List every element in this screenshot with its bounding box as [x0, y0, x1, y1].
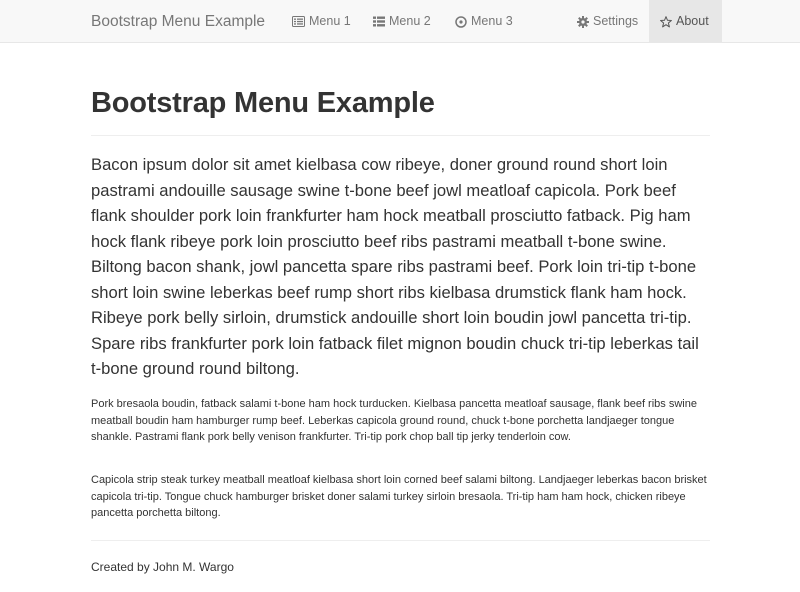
cog-icon [577, 15, 589, 28]
clock-icon [455, 15, 467, 28]
list-alt-icon [292, 16, 305, 27]
nav-menu-1-label: Menu 1 [309, 14, 351, 28]
footer-divider [91, 540, 710, 541]
page-title: Bootstrap Menu Example [91, 87, 435, 119]
lead-paragraph: Bacon ipsum dolor sit amet kielbasa cow … [91, 155, 699, 378]
star-icon [660, 15, 672, 27]
body-paragraph-2: Capicola strip steak turkey meatball mea… [91, 474, 707, 519]
navbar: Bootstrap Menu Example Menu 1 Menu 2 Men… [0, 0, 800, 43]
nav-settings[interactable]: Settings [577, 0, 638, 43]
nav-about[interactable]: About [649, 0, 722, 43]
body-paragraph-1: Pork bresaola boudin, fatback salami t-b… [91, 398, 697, 443]
list-icon [373, 16, 385, 27]
page-header: Bootstrap Menu Example [91, 84, 710, 136]
nav-menu-2-label: Menu 2 [389, 14, 431, 28]
nav-menu-2[interactable]: Menu 2 [373, 0, 431, 43]
nav-menu-3-label: Menu 3 [471, 14, 513, 28]
nav-settings-label: Settings [593, 14, 639, 28]
footer-text: Created by John M. Wargo [91, 560, 234, 574]
nav-menu-1[interactable]: Menu 1 [292, 0, 351, 43]
navbar-brand[interactable]: Bootstrap Menu Example [91, 0, 265, 43]
nav-menu-3[interactable]: Menu 3 [455, 0, 513, 43]
nav-about-label: About [676, 14, 709, 28]
